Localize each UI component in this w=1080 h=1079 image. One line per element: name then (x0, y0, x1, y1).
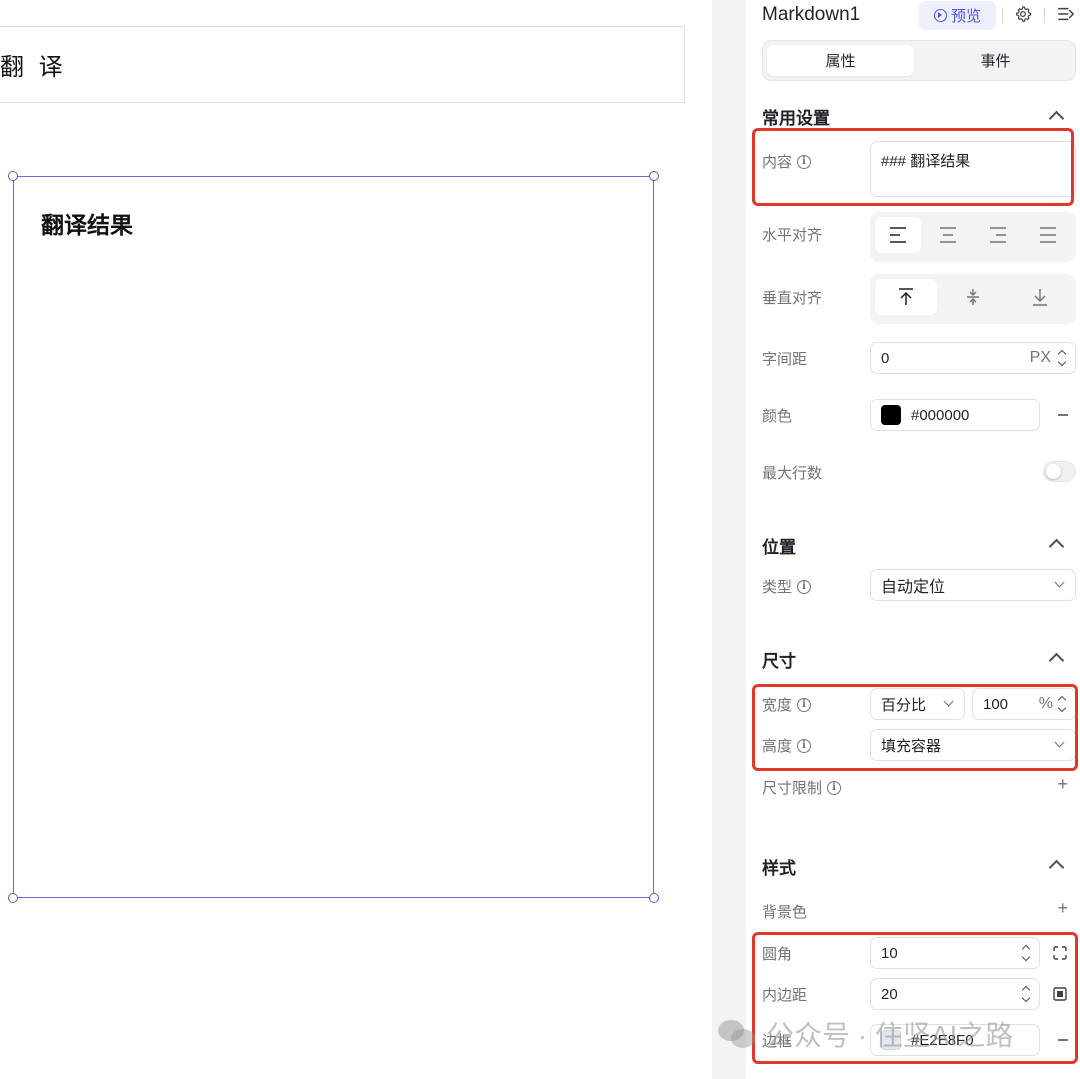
tab-properties[interactable]: 属性 (767, 45, 914, 76)
collapse-size-icon[interactable] (1048, 652, 1065, 669)
align-left-icon (890, 227, 906, 243)
panel-header: Markdown1 预览 (746, 0, 1080, 32)
preview-label: 预览 (950, 8, 981, 25)
size-limit-label: 尺寸限制 i (762, 777, 842, 798)
align-bottom-icon (1033, 289, 1047, 306)
resize-handle-top-right[interactable] (649, 171, 659, 181)
align-left-button[interactable] (875, 217, 921, 253)
collapse-position-icon[interactable] (1048, 538, 1065, 555)
chevron-down-icon (1054, 577, 1065, 588)
color-label: 颜色 (762, 408, 793, 425)
size-limit-label-text: 尺寸限制 (762, 780, 823, 797)
section-title-common: 常用设置 (762, 109, 830, 128)
highlight-size (752, 684, 1078, 771)
collapse-style-icon[interactable] (1048, 859, 1065, 876)
v-align-label: 垂直对齐 (762, 290, 823, 307)
preview-button[interactable]: 预览 (919, 1, 996, 30)
h-align-label: 水平对齐 (762, 227, 823, 244)
max-lines-label: 最大行数 (762, 465, 823, 482)
h-align-group (870, 212, 1076, 262)
letter-spacing-value: 0 (881, 349, 890, 367)
resize-handle-bottom-left[interactable] (8, 893, 18, 903)
remove-color-icon[interactable] (1058, 414, 1068, 416)
collapse-common-icon[interactable] (1048, 110, 1065, 127)
color-input[interactable]: #000000 (870, 399, 1040, 431)
info-icon: i (827, 780, 842, 795)
section-title-size: 尺寸 (762, 652, 796, 671)
position-type-value: 自动定位 (881, 579, 946, 596)
header-divider (1002, 8, 1003, 23)
highlight-content (752, 128, 1074, 206)
align-right-button[interactable] (975, 217, 1021, 253)
toggle-knob (1046, 464, 1061, 479)
background-label: 背景色 (762, 904, 808, 921)
add-size-limit-icon[interactable]: + (1057, 774, 1068, 795)
align-middle-icon (967, 289, 979, 305)
translate-button[interactable]: 翻 译 (0, 26, 685, 103)
position-type-select[interactable]: 自动定位 (870, 569, 1076, 601)
letter-spacing-label: 字间距 (762, 351, 808, 368)
watermark-text: 公众号 · 住坚AI之路 (766, 1020, 1014, 1051)
play-circle-icon (933, 9, 947, 22)
resize-handle-bottom-right[interactable] (649, 893, 659, 903)
color-value: #000000 (911, 406, 970, 424)
v-align-group (870, 274, 1076, 324)
align-top-icon (899, 288, 913, 305)
panel-divider (712, 0, 746, 1079)
markdown-heading: 翻译结果 (41, 212, 133, 238)
letter-spacing-input[interactable]: 0 PX (870, 342, 1076, 374)
align-right-icon (990, 227, 1006, 243)
color-swatch[interactable] (881, 405, 901, 425)
stepper-icon[interactable] (1057, 349, 1067, 367)
position-type-label: 类型 i (762, 576, 812, 597)
align-middle-button[interactable] (942, 279, 1004, 315)
tab-events[interactable]: 事件 (922, 45, 1069, 76)
component-name: Markdown1 (762, 4, 861, 25)
markdown-component-selected[interactable]: 翻译结果 (13, 176, 654, 898)
align-top-button[interactable] (875, 279, 937, 315)
resize-handle-top-left[interactable] (8, 171, 18, 181)
align-justify-icon (1040, 227, 1056, 243)
editor-canvas: 翻 译 翻译结果 (0, 0, 712, 1079)
unit-label: PX (1029, 349, 1051, 366)
add-background-icon[interactable]: + (1057, 898, 1068, 919)
align-bottom-button[interactable] (1009, 279, 1071, 315)
watermark: 公众号 · 住坚AI之路 (718, 1014, 1013, 1054)
section-title-style: 样式 (762, 859, 796, 878)
align-center-icon (940, 227, 956, 243)
align-justify-button[interactable] (1025, 217, 1071, 253)
gear-icon[interactable] (1014, 5, 1032, 23)
align-center-button[interactable] (925, 217, 971, 253)
collapse-panel-icon[interactable] (1057, 5, 1075, 23)
max-lines-toggle[interactable] (1043, 461, 1076, 482)
wechat-icon (718, 1018, 756, 1050)
info-icon: i (797, 579, 812, 594)
position-type-label-text: 类型 (762, 579, 793, 596)
header-divider (1044, 8, 1045, 23)
panel-tabs: 属性 事件 (762, 40, 1076, 81)
section-title-position: 位置 (762, 538, 796, 557)
